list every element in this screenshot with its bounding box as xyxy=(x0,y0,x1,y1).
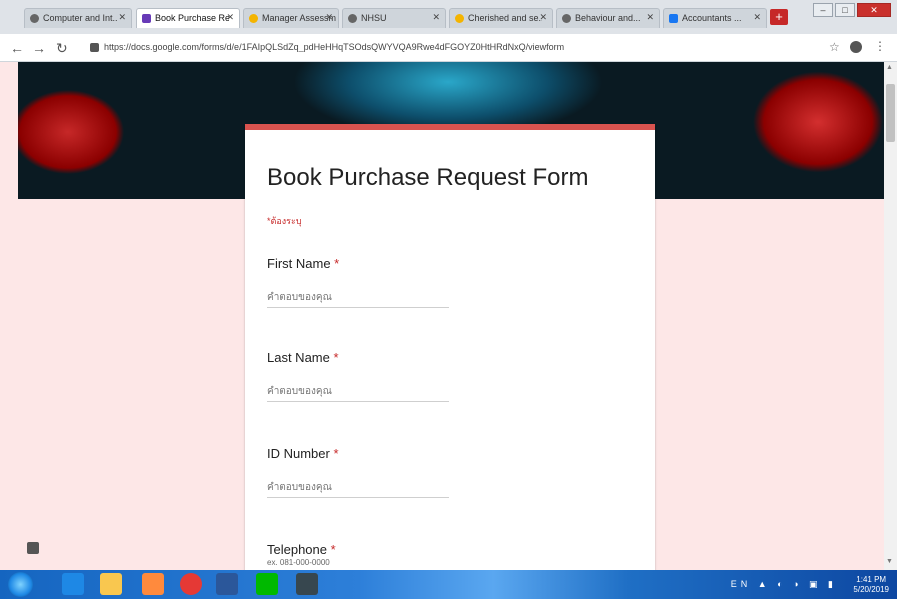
tab-manager[interactable]: Manager Assessm... ✕ xyxy=(243,8,339,28)
back-icon[interactable]: ← xyxy=(10,40,24,56)
system-tray[interactable]: EN ▲ ◐ ◑ ▣ ▮ xyxy=(731,579,837,590)
tab-close-icon[interactable]: ✕ xyxy=(226,12,234,23)
word-icon[interactable] xyxy=(216,573,238,595)
question-first-name: First Name * xyxy=(267,256,339,271)
clock-date: 5/20/2019 xyxy=(853,585,889,594)
google-forms-icon xyxy=(142,14,151,23)
tab-accountants[interactable]: Accountants ... ✕ xyxy=(663,8,767,28)
tab-close-icon[interactable]: ✕ xyxy=(325,12,333,23)
window-controls: – □ ✕ xyxy=(813,3,891,17)
globe-icon xyxy=(30,14,39,23)
tab-behaviour[interactable]: Behaviour and... ✕ xyxy=(556,8,660,28)
question-last-name: Last Name * xyxy=(267,350,339,365)
clock-time: 1:41 PM xyxy=(856,575,887,584)
browser-tab-bar: Computer and Int... ✕ Book Purchase Re..… xyxy=(0,0,897,34)
scroll-down-icon[interactable]: ▼ xyxy=(886,558,893,565)
site-icon xyxy=(249,14,258,23)
id-number-input[interactable] xyxy=(267,478,449,498)
internet-explorer-icon[interactable] xyxy=(62,573,84,595)
question-label: ID Number xyxy=(267,446,330,461)
required-asterisk: * xyxy=(330,256,340,271)
feedback-icon[interactable] xyxy=(27,542,39,554)
tab-cherished[interactable]: Cherished and se... ✕ xyxy=(449,8,553,28)
scroll-up-icon[interactable]: ▲ xyxy=(886,64,893,71)
required-note: *ต้องระบุ xyxy=(267,216,302,226)
reload-icon[interactable]: ↻ xyxy=(56,40,68,57)
app-icon[interactable] xyxy=(296,573,318,595)
globe-icon xyxy=(348,14,357,23)
start-button[interactable] xyxy=(8,572,33,597)
url-field[interactable]: https://docs.google.com/forms/d/e/1FAIpQ… xyxy=(104,42,744,52)
telephone-hint: ex. 081-000-0000 xyxy=(267,558,330,567)
file-explorer-icon[interactable] xyxy=(100,573,122,595)
tab-close-icon[interactable]: ✕ xyxy=(118,12,126,23)
address-bar: ← → ↻ https://docs.google.com/forms/d/e/… xyxy=(0,34,897,62)
form-page: Book Purchase Request Form *ต้องระบุ Fir… xyxy=(0,62,884,570)
tab-computer[interactable]: Computer and Int... ✕ xyxy=(24,8,132,28)
tab-book-purchase[interactable]: Book Purchase Re... ✕ xyxy=(136,8,240,28)
account-icon[interactable] xyxy=(850,41,862,53)
page-scrollbar[interactable]: ▲ ▼ xyxy=(884,62,897,570)
question-telephone: Telephone * xyxy=(267,542,336,557)
tab-label: Cherished and se... xyxy=(468,13,542,23)
lock-icon xyxy=(90,43,99,52)
first-name-input[interactable] xyxy=(267,288,449,308)
form-title: Book Purchase Request Form xyxy=(267,164,589,191)
bookmark-star-icon[interactable]: ☆ xyxy=(829,40,840,54)
maximize-icon[interactable]: □ xyxy=(835,3,855,17)
globe-icon xyxy=(562,14,571,23)
close-window-icon[interactable]: ✕ xyxy=(857,3,891,17)
facebook-icon xyxy=(669,14,678,23)
tab-label: Book Purchase Re... xyxy=(155,13,229,23)
tab-close-icon[interactable]: ✕ xyxy=(539,12,547,23)
required-asterisk: * xyxy=(329,350,339,365)
tab-label: Accountants ... xyxy=(682,13,742,23)
tab-label: Computer and Int... xyxy=(43,13,117,23)
line-icon[interactable] xyxy=(256,573,278,595)
forward-icon[interactable]: → xyxy=(32,40,46,56)
chrome-icon[interactable] xyxy=(180,573,202,595)
tab-label: NHSU xyxy=(361,13,387,23)
media-player-icon[interactable] xyxy=(142,573,164,595)
page-margin xyxy=(0,62,18,570)
tab-nhsu[interactable]: NHSU ✕ xyxy=(342,8,446,28)
tab-close-icon[interactable]: ✕ xyxy=(753,12,761,23)
question-label: Last Name xyxy=(267,350,330,365)
question-label: Telephone xyxy=(267,542,327,557)
question-id-number: ID Number * xyxy=(267,446,339,461)
required-asterisk: * xyxy=(327,542,336,557)
tab-close-icon[interactable]: ✕ xyxy=(646,12,654,23)
form-card: Book Purchase Request Form *ต้องระบุ Fir… xyxy=(245,124,655,570)
minimize-icon[interactable]: – xyxy=(813,3,833,17)
tab-label: Behaviour and... xyxy=(575,13,641,23)
required-asterisk: * xyxy=(329,446,339,461)
site-icon xyxy=(455,14,464,23)
clock[interactable]: 1:41 PM 5/20/2019 xyxy=(853,575,889,595)
question-label: First Name xyxy=(267,256,331,271)
scroll-thumb[interactable] xyxy=(886,84,895,142)
tab-close-icon[interactable]: ✕ xyxy=(432,12,440,23)
windows-taskbar: EN ▲ ◐ ◑ ▣ ▮ 1:41 PM 5/20/2019 xyxy=(0,570,897,599)
new-tab-button[interactable]: + xyxy=(770,9,788,25)
menu-kebab-icon[interactable]: ⋮ xyxy=(874,39,886,53)
last-name-input[interactable] xyxy=(267,382,449,402)
